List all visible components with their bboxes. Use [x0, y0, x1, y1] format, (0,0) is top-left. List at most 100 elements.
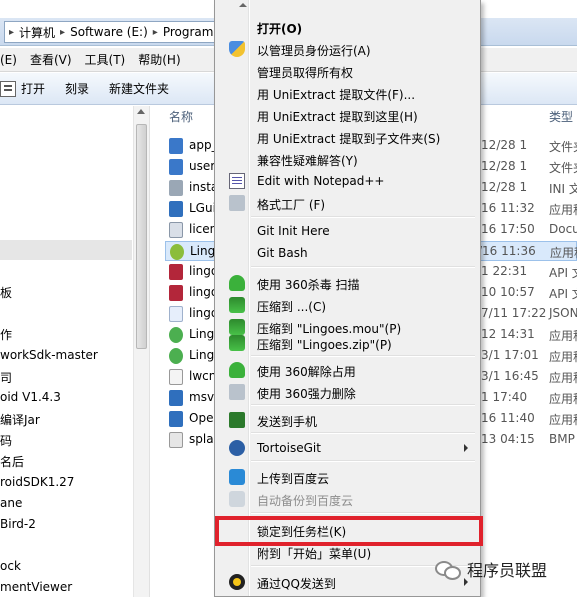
menu-item-label: Edit with Notepad++ [257, 174, 385, 188]
menu-item-git-init[interactable]: Git Init Here [217, 220, 478, 242]
notepad-plus-icon [229, 173, 245, 189]
ini-file-icon [169, 180, 183, 196]
menu-item-git-bash[interactable]: Git Bash [217, 242, 478, 264]
menu-item-auto-backup-baidu: 自动备份到百度云 [217, 488, 478, 510]
address-breadcrumb[interactable]: ▸ 计算机 ▸ Software (E:) ▸ Program [4, 21, 244, 43]
file-date: /16 11:32 [477, 201, 535, 215]
nav-item[interactable]: 码 [0, 432, 12, 449]
archive-icon [229, 335, 245, 351]
column-header-name[interactable]: 名称 [169, 106, 193, 128]
watermark-text: 程序员联盟 [467, 561, 548, 580]
uac-shield-icon [229, 41, 245, 57]
menu-item-open[interactable]: 打开(O) [217, 16, 478, 38]
menu-item-360-unlock[interactable]: 使用 360解除占用 [217, 359, 478, 381]
menu-item-notepad-plus[interactable]: Edit with Notepad++ [217, 170, 478, 192]
menu-tools[interactable]: 工具(T) [85, 51, 139, 68]
menu-view[interactable]: 查看(V) [30, 51, 85, 68]
watermark: 程序员联盟 [435, 557, 547, 581]
file-date: /3/1 17:01 [477, 348, 539, 362]
menu-item-label: 使用 360解除占用 [257, 365, 356, 379]
file-date: /1 22:31 [477, 264, 528, 278]
file-type: 应用程 [549, 203, 577, 217]
breadcrumb-folder[interactable]: Program [160, 25, 217, 39]
menu-separator [251, 266, 475, 268]
menu-separator [251, 512, 475, 514]
menu-item-uniextract-files[interactable]: 用 UniExtract 提取文件(F)... [217, 82, 478, 104]
menu-item-take-ownership[interactable]: 管理员取得所有权 [217, 60, 478, 82]
menu-edit[interactable]: (E) [0, 53, 30, 67]
nav-item[interactable]: workSdk-master [0, 348, 98, 362]
lingoes-green-icon [169, 348, 183, 364]
application-icon [169, 201, 183, 217]
file-date: /10 10:57 [477, 285, 535, 299]
submenu-arrow-icon [464, 444, 468, 452]
nav-item[interactable]: Bird-2 [0, 517, 36, 531]
nav-item[interactable]: oid V1.4.3 [0, 390, 61, 404]
file-type: Docum [549, 222, 577, 236]
format-factory-icon [229, 195, 245, 211]
menu-item-label: 用 UniExtract 提取到这里(H) [257, 110, 418, 124]
application-icon [169, 411, 183, 427]
api-file-icon [169, 285, 183, 301]
file-type: 应用程 [549, 413, 577, 427]
nav-item[interactable]: ane [0, 496, 22, 510]
nav-item[interactable]: 作 [0, 326, 12, 343]
menu-help[interactable]: 帮助(H) [138, 51, 193, 68]
unlock-icon [229, 362, 245, 378]
menu-item-label: Git Bash [257, 246, 308, 260]
menu-item-tortoisegit[interactable]: TortoiseGit [217, 437, 478, 459]
open-label: 打开 [21, 82, 46, 96]
column-header-type[interactable]: 类型 [549, 106, 573, 128]
file-date: /13 04:15 [477, 432, 535, 446]
nav-item[interactable]: ock [0, 559, 21, 573]
menu-separator [251, 460, 475, 462]
nav-scrollbar[interactable] [133, 106, 149, 597]
menu-item-label: 附到「开始」菜单(U) [257, 547, 372, 561]
nav-item[interactable]: 名后 [0, 453, 24, 470]
folder-icon [169, 159, 183, 175]
breadcrumb-computer[interactable]: 计算机 [16, 24, 58, 41]
menu-item-label: 压缩到 "Lingoes.zip"(P) [257, 338, 392, 352]
menu-item-upload-baidu[interactable]: 上传到百度云 [217, 466, 478, 488]
nav-item[interactable]: 编译Jar [0, 411, 40, 428]
menu-item-label: 使用 360杀毒 扫描 [257, 278, 360, 292]
menu-item-360-scan[interactable]: 使用 360杀毒 扫描 [217, 272, 478, 294]
nav-scrollbar-thumb[interactable] [136, 124, 147, 349]
file-type: 应用程 [550, 246, 577, 260]
menu-item-compress-zip[interactable]: 压缩到 "Lingoes.zip"(P) [217, 332, 478, 354]
menu-item-send-to-phone[interactable]: 发送到手机 [217, 409, 478, 431]
open-button[interactable]: 打开 [0, 80, 45, 97]
antivirus-shield-icon [229, 275, 245, 291]
menu-item-label: 使用 360强力删除 [257, 387, 356, 401]
chevron-right-icon: ▸ [60, 26, 66, 38]
open-icon [0, 80, 16, 97]
menu-item-label: 通过QQ发送到 [257, 577, 336, 591]
qq-penguin-icon [229, 574, 245, 590]
menu-item-compat-troubleshoot[interactable]: 兼容性疑难解答(Y) [217, 148, 478, 170]
menu-item-uniextract-subfolder[interactable]: 用 UniExtract 提取到子文件夹(S) [217, 126, 478, 148]
menu-item-label: 用 UniExtract 提取到子文件夹(S) [257, 132, 441, 146]
menu-item-format-factory[interactable]: 格式工厂 (F) [217, 192, 478, 214]
menu-item-360-force-delete[interactable]: 使用 360强力删除 [217, 381, 478, 403]
breadcrumb-drive[interactable]: Software (E:) [67, 25, 151, 39]
menu-item-label: 兼容性疑难解答(Y) [257, 154, 358, 168]
menu-separator [251, 404, 475, 406]
scroll-up-arrow-icon[interactable] [239, 3, 247, 7]
nav-item[interactable]: mentViewer [0, 580, 72, 594]
folder-icon [169, 138, 183, 154]
menu-item-compress-to[interactable]: 压缩到 ...(C) [217, 294, 478, 316]
menu-item-run-as-admin[interactable]: 以管理员身份运行(A) [217, 38, 478, 60]
file-type: 应用程 [549, 350, 577, 364]
menu-item-uniextract-here[interactable]: 用 UniExtract 提取到这里(H) [217, 104, 478, 126]
nav-item[interactable]: roidSDK1.27 [0, 475, 74, 489]
nav-item[interactable]: 司 [0, 369, 12, 386]
file-type: INI 文件 [549, 182, 577, 196]
burn-button[interactable]: 刻录 [65, 80, 89, 97]
menu-separator [251, 216, 475, 218]
file-type: 文件夹 [549, 140, 577, 154]
lingoes-app-icon [170, 244, 184, 260]
cloud-backup-icon [229, 491, 245, 507]
nav-item[interactable]: 板 [0, 284, 12, 301]
new-folder-button[interactable]: 新建文件夹 [109, 80, 169, 97]
scroll-up-arrow-icon[interactable] [137, 109, 145, 114]
